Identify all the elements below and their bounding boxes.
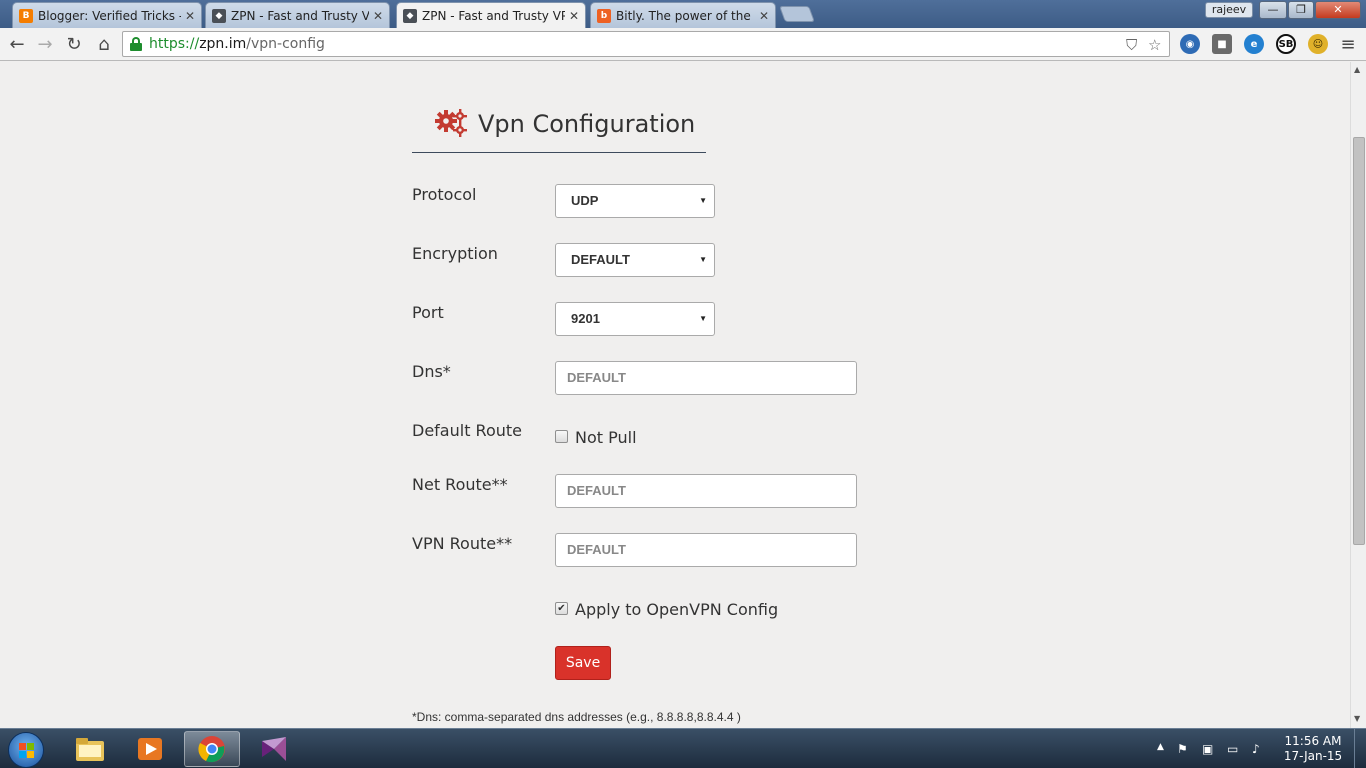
new-tab-button[interactable] — [779, 6, 815, 22]
dns-label: Dns* — [412, 362, 451, 381]
minimize-button[interactable]: — — [1259, 1, 1287, 19]
lock-icon — [129, 37, 143, 51]
not-pull-label: Not Pull — [575, 428, 637, 447]
avatar-extension-icon[interactable]: ☺ — [1308, 34, 1328, 54]
tab-title: Bitly. The power of the link — [616, 8, 755, 23]
tab-zpn-1[interactable]: ◆ ZPN - Fast and Trusty VPN ✕ — [205, 2, 390, 28]
dns-input[interactable]: DEFAULT — [555, 361, 857, 395]
zpn-shield-icon: ◆ — [403, 8, 417, 23]
volume-icon[interactable]: ♪ — [1252, 742, 1260, 756]
tab-title: ZPN - Fast and Trusty VPN — [231, 8, 369, 23]
network-icon[interactable]: ▭ — [1227, 742, 1238, 756]
vpn-route-label: VPN Route** — [412, 534, 513, 553]
address-bar[interactable]: https://zpn.im/vpn-config ⛉ ☆ — [122, 31, 1170, 57]
tab-blogger[interactable]: B Blogger: Verified Tricks - C ✕ — [12, 2, 202, 28]
tab-strip: B Blogger: Verified Tricks - C ✕ ◆ ZPN -… — [0, 0, 1366, 28]
page-title: Vpn Configuration — [478, 110, 696, 138]
visual-studio-icon[interactable] — [246, 731, 302, 767]
clock-time: 11:56 AM — [1284, 734, 1342, 748]
maximize-button[interactable]: ❐ — [1288, 1, 1314, 19]
apply-openvpn-checkbox[interactable]: ✔ — [555, 602, 568, 615]
port-value: 9201 — [571, 311, 600, 326]
net-route-input[interactable]: DEFAULT — [555, 474, 857, 508]
device-icon[interactable]: ▣ — [1202, 742, 1213, 756]
vpn-route-input[interactable]: DEFAULT — [555, 533, 857, 567]
browser-toolbar: ← → ↻ ⌂ https://zpn.im/vpn-config ⛉ ☆ ◉ … — [0, 28, 1366, 61]
close-icon[interactable]: ✕ — [185, 9, 195, 23]
port-label: Port — [412, 303, 444, 322]
tab-bitly[interactable]: b Bitly. The power of the link ✕ — [590, 2, 776, 28]
encryption-value: DEFAULT — [571, 252, 630, 267]
not-pull-checkbox[interactable] — [555, 430, 568, 443]
forward-icon[interactable]: → — [33, 32, 57, 56]
close-icon[interactable]: ✕ — [759, 9, 769, 23]
default-route-label: Default Route — [412, 421, 522, 440]
sb-extension-icon[interactable]: SB — [1276, 34, 1296, 54]
start-button[interactable] — [8, 732, 44, 768]
save-button[interactable]: Save — [555, 646, 611, 680]
tab-title: Blogger: Verified Tricks - C — [38, 8, 181, 23]
bookmark-star-icon[interactable]: ☆ — [1148, 36, 1161, 54]
windows-explorer-icon[interactable] — [62, 731, 118, 767]
port-select[interactable]: 9201 ▼ — [555, 302, 715, 336]
tab-title: ZPN - Fast and Trusty VPN — [422, 8, 565, 23]
windows-logo-icon — [19, 743, 35, 759]
apply-openvpn-label: Apply to OpenVPN Config — [575, 600, 779, 619]
scroll-up-icon[interactable]: ▲ — [1354, 65, 1360, 74]
back-icon[interactable]: ← — [5, 32, 29, 56]
gears-icon — [435, 109, 467, 137]
blogger-icon: B — [19, 8, 33, 23]
encryption-select[interactable]: DEFAULT ▼ — [555, 243, 715, 277]
windows-taskbar: ▲ ⚑ ▣ ▭ ♪ 11:56 AM 17-Jan-15 — [0, 728, 1366, 768]
show-desktop-button[interactable] — [1354, 729, 1366, 768]
zpn-shield-icon: ◆ — [212, 8, 226, 23]
encryption-label: Encryption — [412, 244, 498, 263]
net-route-label: Net Route** — [412, 475, 508, 494]
tab-zpn-active[interactable]: ◆ ZPN - Fast and Trusty VPN ✕ — [396, 2, 586, 28]
media-player-icon[interactable] — [122, 731, 178, 767]
clock-date: 17-Jan-15 — [1283, 749, 1343, 763]
close-icon[interactable]: ✕ — [373, 9, 383, 23]
protocol-value: UDP — [571, 193, 599, 208]
dropdown-arrow-icon: ▼ — [699, 255, 707, 264]
adblock-extension-icon[interactable]: ■ — [1212, 34, 1232, 54]
reload-icon[interactable]: ↻ — [62, 32, 86, 56]
dns-footnote: *Dns: comma-separated dns addresses (e.g… — [412, 710, 741, 724]
dropdown-arrow-icon: ▼ — [699, 314, 707, 323]
shield-icon[interactable]: ⛉ — [1126, 36, 1137, 54]
close-icon[interactable]: ✕ — [569, 9, 579, 23]
page-viewport: Vpn Configuration Protocol UDP ▼ Encrypt… — [0, 62, 1350, 728]
system-clock[interactable]: 11:56 AM 17-Jan-15 — [1282, 734, 1344, 764]
dropdown-arrow-icon: ▼ — [699, 196, 707, 205]
protocol-select[interactable]: UDP ▼ — [555, 184, 715, 218]
chrome-icon[interactable] — [184, 731, 240, 767]
scroll-down-icon[interactable]: ▼ — [1354, 714, 1360, 723]
page-header: Vpn Configuration — [412, 106, 706, 153]
scrollbar-thumb[interactable] — [1353, 137, 1365, 545]
close-window-button[interactable]: ✕ — [1315, 1, 1361, 19]
url-text: https://zpn.im/vpn-config — [149, 36, 325, 52]
profile-button[interactable]: rajeev — [1205, 2, 1253, 18]
action-center-flag-icon[interactable]: ⚑ — [1177, 742, 1188, 756]
home-icon[interactable]: ⌂ — [92, 32, 116, 56]
web-extension-icon[interactable]: e — [1244, 34, 1264, 54]
show-hidden-icons-icon[interactable]: ▲ — [1157, 742, 1164, 752]
protocol-label: Protocol — [412, 185, 477, 204]
bitly-icon: b — [597, 8, 611, 23]
globe-extension-icon[interactable]: ◉ — [1180, 34, 1200, 54]
menu-icon[interactable]: ≡ — [1336, 32, 1360, 56]
page-scrollbar[interactable]: ▲ ▼ — [1350, 62, 1366, 728]
